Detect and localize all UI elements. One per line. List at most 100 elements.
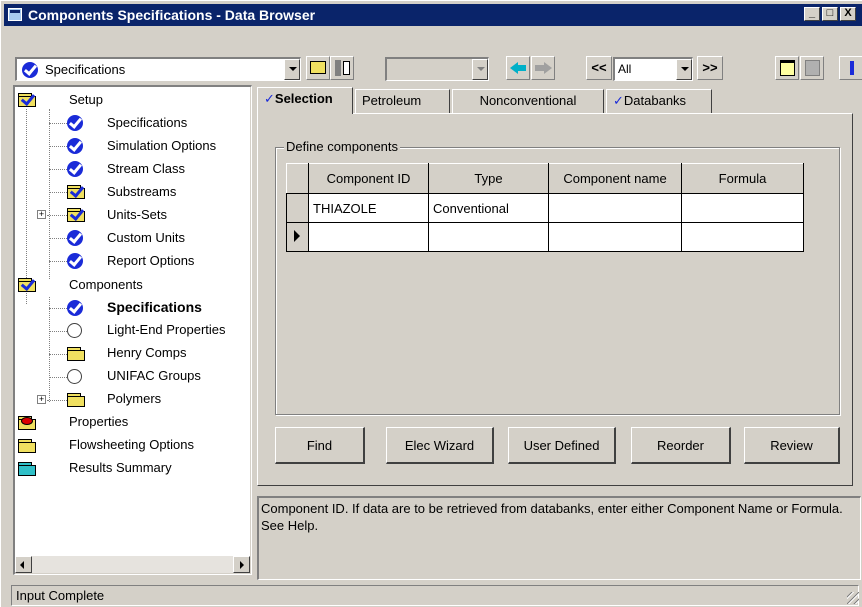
tree-item-setup-specifications[interactable]: Specifications [107, 115, 187, 130]
folder-check-icon [18, 93, 36, 107]
tree-item-setup[interactable]: Setup [69, 92, 103, 107]
tree-item-simulation-options[interactable]: Simulation Options [107, 138, 216, 153]
column-header-component-id[interactable]: Component ID [308, 163, 429, 194]
tree-item-polymers[interactable]: Polymers [107, 391, 161, 406]
tab-nonconventional[interactable]: Nonconventional [452, 89, 604, 113]
grid-corner-cell [286, 163, 309, 194]
folder-icon [67, 393, 85, 407]
find-button[interactable]: Find [275, 427, 365, 464]
previous-button[interactable]: << [586, 56, 612, 80]
check-icon [67, 115, 83, 131]
object-select-combo[interactable] [385, 57, 489, 81]
tree-item-properties[interactable]: Properties [69, 414, 128, 429]
cell-component-id[interactable]: THIAZOLE [308, 193, 429, 223]
tree-toggle-icon [335, 60, 341, 76]
tree-toggle-button[interactable] [330, 56, 354, 80]
tree-item-custom-units[interactable]: Custom Units [107, 230, 185, 245]
filter-select-combo[interactable]: All [613, 57, 693, 81]
column-header-type[interactable]: Type [428, 163, 549, 194]
run-button[interactable] [839, 56, 862, 80]
row-pointer-icon [294, 229, 300, 242]
check-icon [22, 62, 38, 78]
title-bar[interactable]: Components Specifications - Data Browser… [4, 4, 862, 26]
back-button[interactable] [506, 56, 530, 80]
tree-item-report-options[interactable]: Report Options [107, 253, 194, 268]
tree-item-components[interactable]: Components [69, 277, 143, 292]
check-icon [67, 253, 83, 269]
tab-selection[interactable]: ✓Selection [257, 87, 353, 114]
reorder-button[interactable]: Reorder [631, 427, 731, 464]
app-window-icon [8, 8, 22, 21]
expand-units-sets-icon[interactable]: + [37, 210, 46, 219]
form-select-dropdown-button[interactable] [284, 59, 300, 80]
forward-button[interactable] [531, 56, 555, 80]
tree-item-components-specifications[interactable]: Specifications [107, 299, 202, 315]
filter-dropdown-button[interactable] [676, 59, 692, 80]
folder-check-icon [67, 185, 85, 199]
checkmark-icon: ✓ [613, 93, 624, 108]
up-folder-icon [310, 61, 326, 74]
next-button[interactable]: >> [697, 56, 723, 80]
table-row[interactable]: THIAZOLE Conventional [286, 193, 804, 223]
notes-button[interactable] [775, 56, 799, 80]
cell-component-name[interactable] [548, 193, 682, 223]
cell-type[interactable] [428, 222, 549, 252]
folder-check-icon [18, 278, 36, 292]
cell-formula[interactable] [681, 193, 804, 223]
cell-type[interactable]: Conventional [428, 193, 549, 223]
tree-item-substreams[interactable]: Substreams [107, 184, 176, 199]
folder-teal-icon [18, 462, 36, 476]
check-icon [67, 230, 83, 246]
check-icon [67, 300, 83, 316]
navigation-tree[interactable]: Setup Specifications Simulation Options … [15, 87, 250, 573]
calculator-button[interactable] [800, 56, 824, 80]
form-select-combo[interactable]: Specifications [15, 57, 301, 81]
user-defined-button[interactable]: User Defined [508, 427, 616, 464]
column-header-formula[interactable]: Formula [681, 163, 804, 194]
maximize-button[interactable]: □ [822, 7, 838, 21]
tab-label: Nonconventional [479, 93, 577, 108]
tree-item-units-sets[interactable]: Units-Sets [107, 207, 167, 222]
scroll-right-button[interactable] [233, 556, 250, 573]
folder-icon [67, 347, 85, 361]
row-header[interactable] [286, 222, 309, 252]
components-grid[interactable]: Component ID Type Component name Formula… [286, 163, 804, 252]
scroll-left-button[interactable] [15, 556, 32, 573]
tab-label: Petroleum [362, 93, 422, 108]
right-arrow-icon [240, 561, 244, 569]
column-header-component-name[interactable]: Component name [548, 163, 682, 194]
tab-label: Selection [274, 91, 333, 106]
review-button[interactable]: Review [744, 427, 840, 464]
form-select-value: Specifications [45, 62, 126, 77]
close-button[interactable]: X [840, 7, 856, 21]
table-row[interactable] [286, 222, 804, 252]
object-select-dropdown-button[interactable] [472, 59, 488, 80]
check-icon [67, 161, 83, 177]
tree-item-results-summary[interactable]: Results Summary [69, 460, 172, 475]
run-icon [850, 61, 854, 75]
tree-item-unifac-groups[interactable]: UNIFAC Groups [107, 368, 201, 383]
row-header[interactable] [286, 193, 309, 223]
folder-icon [18, 439, 36, 453]
filter-select-value: All [618, 62, 632, 76]
cell-formula[interactable] [681, 222, 804, 252]
elec-wizard-button[interactable]: Elec Wizard [386, 427, 494, 464]
tab-databanks[interactable]: ✓Databanks [606, 89, 712, 113]
minimize-button[interactable]: _ [804, 7, 820, 21]
resize-grip-icon[interactable] [847, 592, 859, 604]
expand-polymers-icon[interactable]: + [37, 395, 46, 404]
tree-item-stream-class[interactable]: Stream Class [107, 161, 185, 176]
folder-red-icon [18, 416, 36, 430]
empty-circle-icon [67, 323, 82, 338]
tree-item-flowsheeting-options[interactable]: Flowsheeting Options [69, 437, 194, 452]
forward-arrow-icon [544, 62, 552, 74]
tree-horizontal-scrollbar[interactable] [15, 556, 250, 573]
cell-component-id[interactable] [308, 222, 429, 252]
tab-label: Databanks [623, 93, 687, 108]
tree-item-henry-comps[interactable]: Henry Comps [107, 345, 186, 360]
cell-component-name[interactable] [548, 222, 682, 252]
left-arrow-icon [20, 561, 24, 569]
up-folder-button[interactable] [306, 56, 330, 80]
tab-petroleum[interactable]: Petroleum [355, 89, 450, 113]
tree-item-light-end-properties[interactable]: Light-End Properties [107, 322, 226, 337]
